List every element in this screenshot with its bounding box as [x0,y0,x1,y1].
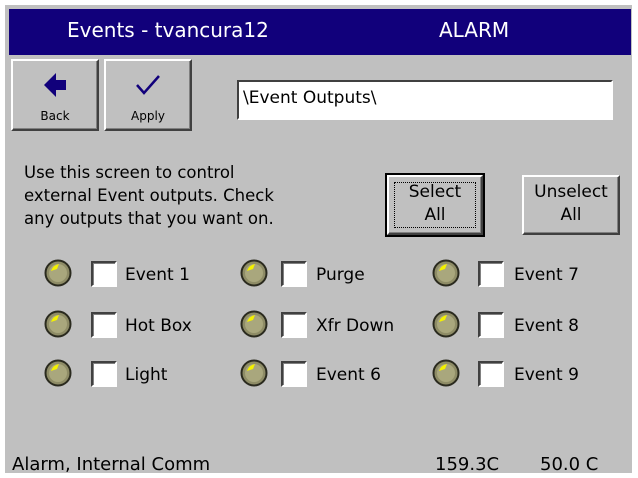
select-all-label-2: All [424,205,446,225]
unselect-all-label-1: Unselect [534,182,608,202]
window-title: Events - tvancura12 [67,18,269,42]
event-path-field[interactable]: \Event Outputs\ [237,80,613,120]
event-label: Xfr Down [316,316,395,336]
events-screen: Events - tvancura12 ALARM Back Apply \Ev… [5,5,632,473]
select-all-label-1: Select [408,182,462,202]
alarm-indicator: ALARM [439,18,510,42]
led-icon [432,310,460,338]
title-bar: Events - tvancura12 ALARM [9,9,631,55]
led-icon [44,259,72,287]
instructions-line: external Event outputs. Check [24,186,274,205]
instructions-line: any outputs that you want on. [24,209,274,228]
event-checkbox[interactable] [478,361,504,387]
event-checkbox[interactable] [281,261,307,287]
status-message: Alarm, Internal Comm [12,454,211,473]
setpoint-readout: 50.0 C [540,454,599,473]
led-icon [240,359,268,387]
select-all-button[interactable]: Select All [385,173,485,237]
left-arrow-icon [44,73,66,97]
instructions-line: Use this screen to control [24,163,235,182]
unselect-all-button[interactable]: Unselect All [522,175,620,235]
unselect-all-label-2: All [560,205,582,225]
event-checkbox[interactable] [478,312,504,338]
led-icon [44,359,72,387]
event-checkbox[interactable] [478,261,504,287]
event-label: Purge [316,265,365,285]
event-label: Hot Box [125,316,192,336]
led-icon [240,310,268,338]
event-label: Event 6 [316,365,381,385]
event-checkbox[interactable] [91,312,117,338]
led-icon [240,259,268,287]
back-button[interactable]: Back [11,59,99,131]
event-checkbox[interactable] [91,261,117,287]
apply-label: Apply [131,109,165,123]
apply-button[interactable]: Apply [104,59,192,131]
led-icon [44,310,72,338]
temperature-readout: 159.3C [435,454,500,473]
led-icon [432,259,460,287]
led-icon [432,359,460,387]
event-label: Event 7 [514,265,579,285]
event-checkbox[interactable] [281,312,307,338]
instructions-text: Use this screen to control external Even… [24,161,364,230]
event-label: Event 8 [514,316,579,336]
event-checkbox[interactable] [91,361,117,387]
event-label: Event 9 [514,365,579,385]
event-label: Event 1 [125,265,190,285]
event-label: Light [125,365,168,385]
event-checkbox[interactable] [281,361,307,387]
back-label: Back [40,109,70,123]
checkmark-icon [136,75,160,95]
